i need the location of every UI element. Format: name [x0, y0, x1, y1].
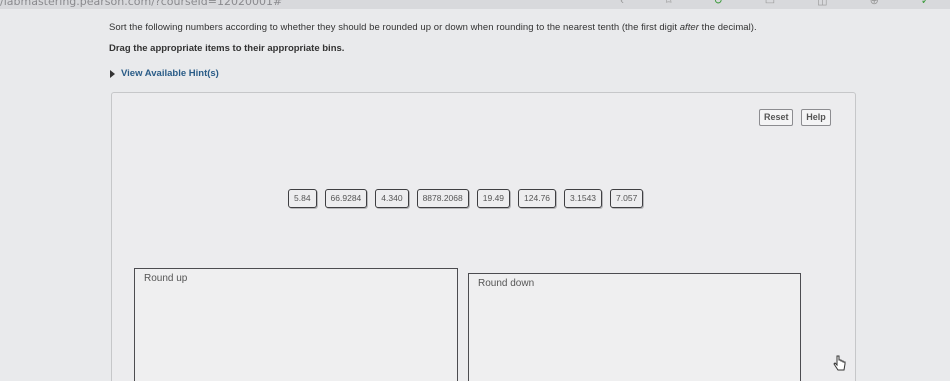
extension-icon[interactable]: ◫ — [817, 0, 827, 8]
bookmark-icon[interactable]: ⌑ — [666, 0, 672, 8]
tab-icon[interactable]: ▭ — [765, 0, 775, 8]
draggable-item[interactable]: 66.9284 — [324, 189, 368, 208]
draggable-items: 5.84 66.9284 4.340 8878.2068 19.49 124.7… — [288, 189, 644, 208]
browser-address-bar[interactable]: /labmastering.pearson.com/?courseId=1202… — [0, 0, 950, 9]
refresh-icon[interactable]: ↻ — [714, 0, 723, 8]
triangle-right-icon — [110, 69, 115, 78]
pointer-hand-icon — [833, 355, 846, 371]
round-down-bin[interactable]: Round down — [468, 273, 801, 381]
round-up-bin[interactable]: Round up — [134, 268, 458, 381]
hints-label: View Available Hint(s) — [121, 68, 219, 79]
round-down-label: Round down — [478, 278, 535, 289]
draggable-item[interactable]: 8878.2068 — [416, 189, 469, 208]
draggable-item[interactable]: 124.76 — [518, 189, 557, 208]
help-button[interactable]: Help — [801, 109, 831, 126]
question-instruction: Sort the following numbers according to … — [109, 22, 757, 33]
instruction-emphasis: after — [679, 22, 699, 33]
download-icon[interactable]: ⊕ — [870, 0, 879, 8]
url-text: /labmastering.pearson.com/?courseId=1202… — [0, 0, 283, 8]
draggable-item[interactable]: 19.49 — [476, 189, 511, 208]
draggable-item[interactable]: 4.340 — [375, 189, 409, 208]
instruction-text: Sort the following numbers according to … — [109, 22, 680, 33]
back-icon[interactable]: ‹ — [620, 0, 624, 8]
view-hints-link[interactable]: View Available Hint(s) — [110, 68, 219, 79]
instruction-text-end: the decimal). — [698, 22, 757, 33]
draggable-item[interactable]: 3.1543 — [564, 189, 603, 208]
reset-button[interactable]: Reset — [759, 109, 793, 126]
check-icon[interactable]: ✓ — [921, 0, 930, 8]
draggable-item[interactable]: 5.84 — [288, 189, 317, 208]
draggable-item[interactable]: 7.057 — [610, 189, 644, 208]
drag-instruction: Drag the appropriate items to their appr… — [109, 43, 345, 54]
browser-toolbar-icons: ‹ ⌑ ↻ ▭ ◫ ⊕ ✓ — [620, 0, 930, 8]
round-up-label: Round up — [144, 273, 188, 284]
